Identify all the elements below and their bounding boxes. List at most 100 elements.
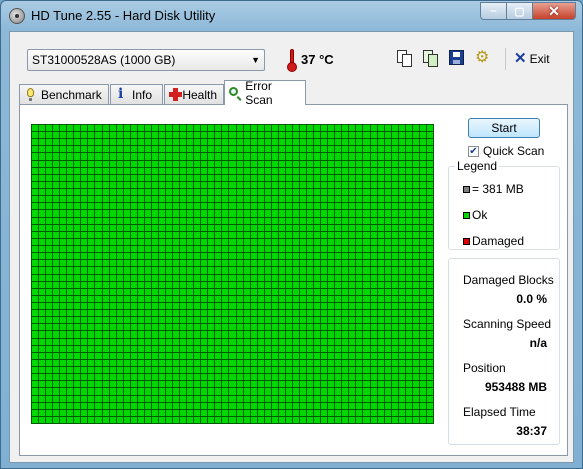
scan-block	[144, 288, 151, 295]
scan-block	[412, 295, 419, 302]
scan-block	[173, 388, 180, 395]
scan-block	[123, 388, 130, 395]
scan-block	[194, 288, 201, 295]
title-bar[interactable]: HD Tune 2.55 - Hard Disk Utility – ▢ ✕	[1, 1, 582, 31]
scan-block	[391, 381, 398, 388]
scan-block	[81, 374, 88, 381]
scan-block	[215, 310, 222, 317]
scan-block	[285, 388, 292, 395]
scan-block	[102, 331, 109, 338]
scan-block	[405, 160, 412, 167]
maximize-button[interactable]: ▢	[506, 2, 532, 20]
scan-block	[32, 281, 39, 288]
scan-block	[158, 246, 165, 253]
scan-block	[102, 210, 109, 217]
scan-block	[123, 224, 130, 231]
options-gear-icon[interactable]: ⚙	[474, 49, 492, 67]
scan-block	[363, 416, 370, 423]
scan-block	[109, 174, 116, 181]
scan-block	[46, 317, 53, 324]
close-button[interactable]: ✕	[532, 2, 576, 20]
scan-block	[130, 139, 137, 146]
quick-scan-checkbox[interactable]: ✔	[468, 145, 479, 157]
copy-text-icon[interactable]	[396, 49, 414, 67]
scan-block	[398, 246, 405, 253]
minimize-button[interactable]: –	[480, 2, 506, 20]
scan-block	[342, 416, 349, 423]
scan-block	[102, 395, 109, 402]
scan-block	[215, 302, 222, 310]
scan-block	[173, 139, 180, 146]
scan-block	[187, 288, 194, 295]
scan-block	[328, 381, 335, 388]
start-button[interactable]: Start	[468, 118, 540, 138]
scan-block	[292, 274, 299, 281]
scan-block	[321, 139, 328, 146]
scan-block	[384, 246, 391, 253]
scan-block	[250, 310, 257, 317]
scan-block	[137, 274, 144, 281]
scan-block	[67, 246, 74, 253]
scan-block	[236, 210, 243, 217]
scan-block	[285, 416, 292, 423]
tab-error-scan[interactable]: Error Scan	[224, 79, 306, 107]
scan-block	[314, 210, 321, 217]
scan-block	[180, 324, 187, 331]
scan-block	[39, 146, 46, 153]
scan-block	[377, 409, 384, 416]
scan-block	[165, 345, 173, 352]
scan-block	[243, 310, 250, 317]
scan-block	[81, 174, 88, 181]
tab-benchmark[interactable]: Benchmark	[19, 84, 109, 104]
scan-block	[39, 359, 46, 367]
scan-block	[39, 125, 46, 132]
scan-block	[180, 295, 187, 302]
scan-block	[109, 409, 116, 416]
scan-block	[81, 402, 88, 409]
scan-block	[419, 381, 426, 388]
scan-block	[377, 345, 384, 352]
tab-health[interactable]: Health	[164, 84, 224, 104]
scan-block	[370, 224, 377, 231]
hd-tune-app-icon[interactable]	[9, 8, 25, 24]
scan-block	[299, 267, 307, 274]
scan-block	[102, 238, 109, 246]
scan-block	[426, 388, 433, 395]
tab-info[interactable]: i Info	[110, 84, 163, 104]
scan-block	[398, 189, 405, 196]
exit-button[interactable]: ✕ Exit	[514, 51, 550, 66]
scan-block	[426, 274, 433, 281]
scan-block	[285, 409, 292, 416]
scan-block	[144, 203, 151, 210]
scan-block	[278, 416, 285, 423]
scan-block	[412, 402, 419, 409]
scan-block	[398, 210, 405, 217]
scan-block	[363, 181, 370, 189]
copy-screenshot-icon[interactable]	[422, 49, 440, 67]
scan-block	[426, 181, 433, 189]
scan-block	[208, 146, 215, 153]
scan-block	[201, 388, 208, 395]
scan-block	[222, 132, 229, 139]
scan-block	[102, 260, 109, 267]
scan-block	[257, 409, 264, 416]
scan-block	[194, 196, 201, 203]
scan-block	[384, 196, 391, 203]
scan-block	[243, 132, 250, 139]
scan-block	[419, 409, 426, 416]
scan-block	[384, 388, 391, 395]
drive-select[interactable]: ST31000528AS (1000 GB) ▼	[27, 49, 265, 71]
scan-block	[278, 402, 285, 409]
scan-block	[299, 160, 307, 167]
error-scan-panel: Start ✔ Quick Scan Legend = 381 MB Ok Da…	[19, 104, 568, 456]
quick-scan-option[interactable]: ✔ Quick Scan	[468, 144, 544, 158]
scan-block	[391, 203, 398, 210]
save-icon[interactable]	[448, 49, 466, 67]
scan-block	[250, 367, 257, 374]
scan-block	[292, 374, 299, 381]
scan-block	[335, 224, 342, 231]
scan-block	[109, 203, 116, 210]
scan-block	[46, 238, 53, 246]
scan-block	[356, 160, 363, 167]
scan-block	[271, 167, 278, 174]
